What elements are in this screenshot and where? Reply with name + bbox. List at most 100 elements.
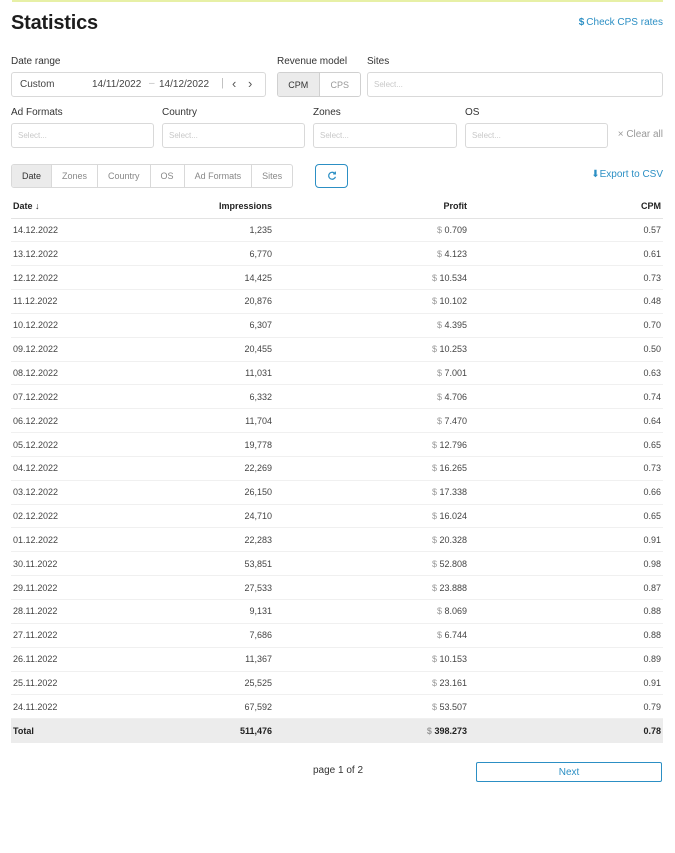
date-to[interactable]: 14/12/2022 xyxy=(159,79,209,90)
cell-cpm: 0.91 xyxy=(467,671,663,696)
cell-impressions: 22,283 xyxy=(151,527,272,553)
profit-value: 23.888 xyxy=(439,582,467,593)
cell-cpm: 0.79 xyxy=(467,694,663,720)
sites-placeholder: Select... xyxy=(374,80,403,89)
dollar-icon: $ xyxy=(578,17,585,28)
cell-impressions: 9,131 xyxy=(151,599,272,624)
date-range-preset[interactable]: Custom xyxy=(20,79,54,90)
cell-cpm: 0.91 xyxy=(467,527,663,553)
cell-date: 26.11.2022 xyxy=(11,647,151,672)
table-row: 02.12.2022 24,710 $ 16.024 0.65 xyxy=(11,504,663,529)
date-from[interactable]: 14/11/2022 xyxy=(92,79,141,90)
chevron-right-icon[interactable]: › xyxy=(248,76,252,91)
table-row: 24.11.2022 67,592 $ 53.507 0.79 xyxy=(11,694,663,720)
profit-value: 7.470 xyxy=(444,415,467,426)
chevron-left-icon[interactable]: ‹ xyxy=(232,76,236,91)
tab-date[interactable]: Date xyxy=(12,165,53,187)
currency-symbol: $ xyxy=(431,344,437,355)
profit-value: 0.709 xyxy=(444,224,467,235)
country-select[interactable]: Select... xyxy=(162,123,305,148)
table-row: 09.12.2022 20,455 $ 10.253 0.50 xyxy=(11,337,663,362)
cell-impressions: 1,235 xyxy=(151,218,272,243)
cell-date: 01.12.2022 xyxy=(11,527,151,553)
currency-symbol: $ xyxy=(436,320,442,331)
cell-profit: $ 17.338 xyxy=(272,480,467,505)
cell-profit: $ 4.395 xyxy=(272,313,467,338)
clear-all-button[interactable]: × Clear all xyxy=(618,129,663,140)
tab-os[interactable]: OS xyxy=(151,165,185,187)
os-placeholder: Select... xyxy=(472,131,501,140)
cell-cpm: 0.98 xyxy=(467,551,663,577)
currency-symbol: $ xyxy=(436,630,442,641)
table-row: 10.12.2022 6,307 $ 4.395 0.70 xyxy=(11,313,663,338)
cell-date: 10.12.2022 xyxy=(11,313,151,338)
currency-symbol: $ xyxy=(431,296,437,307)
table-row: 13.12.2022 6,770 $ 4.123 0.61 xyxy=(11,241,663,267)
cell-date: 24.11.2022 xyxy=(11,694,151,720)
revenue-model-cps[interactable]: CPS xyxy=(319,73,360,96)
refresh-button[interactable] xyxy=(315,164,348,188)
table-row: 29.11.2022 27,533 $ 23.888 0.87 xyxy=(11,575,663,600)
country-label: Country xyxy=(162,107,198,118)
check-cps-rates-label: Check CPS rates xyxy=(586,17,663,28)
cell-date: 28.11.2022 xyxy=(11,599,151,624)
table-row: 01.12.2022 22,283 $ 20.328 0.91 xyxy=(11,527,663,553)
pagination-text: page 1 of 2 xyxy=(313,765,364,776)
table-row: 04.12.2022 22,269 $ 16.265 0.73 xyxy=(11,456,663,481)
revenue-model-cpm[interactable]: CPM xyxy=(278,73,320,96)
column-header-profit[interactable]: Profit xyxy=(272,194,467,219)
sites-select[interactable]: Select... xyxy=(367,72,663,97)
column-header-impressions[interactable]: Impressions xyxy=(151,194,272,219)
table-row: 11.12.2022 20,876 $ 10.102 0.48 xyxy=(11,289,663,314)
tab-zones[interactable]: Zones xyxy=(52,165,99,187)
zones-select[interactable]: Select... xyxy=(313,123,457,148)
cell-cpm: 0.88 xyxy=(467,599,663,624)
cell-profit: $ 4.706 xyxy=(272,384,467,410)
column-header-cpm[interactable]: CPM xyxy=(467,194,663,219)
cell-impressions: 11,704 xyxy=(151,408,272,434)
cell-profit: $ 6.744 xyxy=(272,623,467,648)
table-row: 30.11.2022 53,851 $ 52.808 0.98 xyxy=(11,551,663,577)
cell-date: 02.12.2022 xyxy=(11,504,151,529)
profit-value: 4.395 xyxy=(444,320,467,331)
currency-symbol: $ xyxy=(436,415,442,426)
profit-value: 16.024 xyxy=(439,511,467,522)
tab-sites[interactable]: Sites xyxy=(252,165,292,187)
revenue-model-toggle[interactable]: CPM CPS xyxy=(277,72,361,97)
cell-cpm: 0.73 xyxy=(467,265,663,291)
os-select[interactable]: Select... xyxy=(465,123,608,148)
check-cps-rates-link[interactable]: $ Check CPS rates xyxy=(579,17,663,28)
currency-symbol: $ xyxy=(436,391,442,402)
column-header-date[interactable]: Date ↓ xyxy=(11,194,151,219)
ad-formats-select[interactable]: Select... xyxy=(11,123,154,148)
cell-profit: $ 23.161 xyxy=(272,671,467,696)
export-csv-label: Export to CSV xyxy=(599,169,663,180)
cell-date: 30.11.2022 xyxy=(11,551,151,577)
cell-profit: $ 8.069 xyxy=(272,599,467,624)
page-title: Statistics xyxy=(11,12,98,34)
cell-profit: $ 10.534 xyxy=(272,265,467,291)
date-range-picker[interactable]: Custom 14/11/2022 – 14/12/2022 | ‹ › xyxy=(11,72,266,97)
profit-value: 52.808 xyxy=(439,558,467,569)
cell-impressions: 511,476 xyxy=(151,718,272,743)
currency-symbol: $ xyxy=(431,511,437,522)
cell-cpm: 0.89 xyxy=(467,647,663,672)
ad-formats-label: Ad Formats xyxy=(11,107,63,118)
os-label: OS xyxy=(465,107,480,118)
export-csv-link[interactable]: ⬇Export to CSV xyxy=(591,169,663,180)
cell-impressions: 7,686 xyxy=(151,623,272,648)
cell-impressions: 25,525 xyxy=(151,671,272,696)
currency-symbol: $ xyxy=(431,463,437,474)
profit-value: 23.161 xyxy=(439,677,467,688)
clear-all-label: Clear all xyxy=(626,129,663,140)
profit-value: 4.123 xyxy=(444,248,467,259)
currency-symbol: $ xyxy=(436,606,442,617)
tab-country[interactable]: Country xyxy=(98,165,151,187)
cell-impressions: 20,876 xyxy=(151,289,272,314)
currency-symbol: $ xyxy=(431,487,437,498)
statistics-table: Date ↓ Impressions Profit CPM 14.12.2022… xyxy=(11,194,663,743)
cell-profit: $ 52.808 xyxy=(272,551,467,577)
cell-profit: $ 16.024 xyxy=(272,504,467,529)
tab-ad-formats[interactable]: Ad Formats xyxy=(185,165,253,187)
next-page-button[interactable]: Next xyxy=(476,762,662,782)
